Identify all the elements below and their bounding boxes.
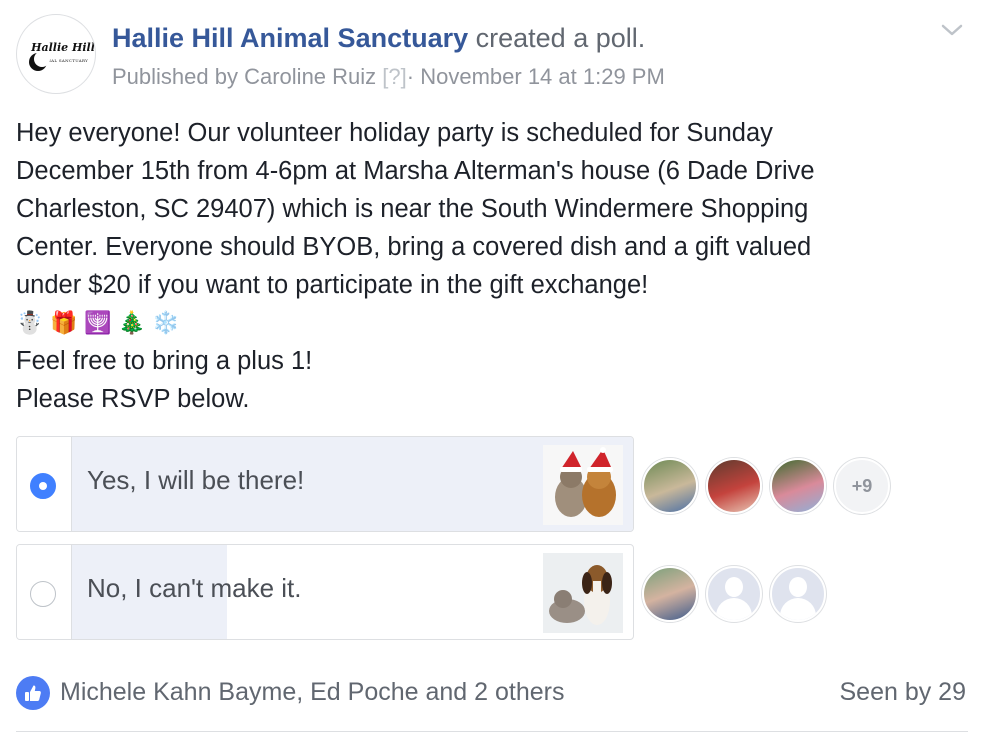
option-label: Yes, I will be there!: [87, 465, 305, 495]
post-meta: Published by Caroline Ruiz [?]· November…: [112, 64, 665, 90]
body-line: Hey everyone! Our volunteer holiday part…: [16, 119, 773, 147]
help-link[interactable]: [?]: [382, 64, 406, 89]
emoji-row: ☃️ 🎁 🕎 🎄 ❄️: [16, 304, 956, 342]
radio-cell: [17, 545, 72, 639]
published-by-label: Published by: [112, 64, 238, 89]
post-header: Hallie Hill ANIMAL SANCTUARY Hallie Hill…: [16, 14, 970, 100]
post-body: Hey everyone! Our volunteer holiday part…: [16, 114, 956, 418]
poll-option-yes[interactable]: Yes, I will be there!: [16, 436, 634, 532]
option-image-cat-beagle: [543, 553, 623, 633]
body-line: Charleston, SC 29407) which is near the …: [16, 195, 809, 223]
likers-link[interactable]: Michele Kahn Bayme, Ed Poche and 2 other…: [60, 678, 564, 707]
radio-button-yes[interactable]: [30, 473, 56, 499]
body-line: Feel free to bring a plus 1!: [16, 347, 313, 375]
body-line: Please RSVP below.: [16, 385, 250, 413]
seen-by-count[interactable]: Seen by 29: [840, 678, 967, 707]
option-image-cat-dog-santa: [543, 445, 623, 525]
body-line: under $20 if you want to participate in …: [16, 271, 649, 299]
chevron-down-icon[interactable]: [940, 20, 964, 40]
radio-cell: [17, 437, 72, 531]
post-footer: Michele Kahn Bayme, Ed Poche and 2 other…: [16, 676, 966, 712]
timestamp-link[interactable]: November 14 at 1:29 PM: [420, 64, 665, 89]
voter-avatar[interactable]: [770, 458, 826, 514]
body-line: Center. Everyone should BYOB, bring a co…: [16, 233, 812, 261]
gift-icon: 🎁: [50, 310, 78, 335]
voter-avatar[interactable]: [642, 566, 698, 622]
blank-profile-avatar[interactable]: [706, 566, 762, 622]
thumbs-up-icon[interactable]: [16, 676, 50, 710]
voter-avatar[interactable]: [642, 458, 698, 514]
voters-no: [642, 566, 826, 622]
post-action-text: created a poll.: [475, 23, 646, 53]
logo-moon-icon: [29, 51, 50, 71]
christmas-tree-icon: 🎄: [118, 310, 146, 335]
post-title-line: Hallie Hill Animal Sanctuary created a p…: [112, 23, 645, 54]
footer-divider: [16, 731, 968, 732]
meta-separator: ·: [406, 64, 415, 89]
page-name-link[interactable]: Hallie Hill Animal Sanctuary: [112, 23, 468, 53]
snowman-icon: ☃️: [16, 310, 44, 335]
page-avatar[interactable]: Hallie Hill ANIMAL SANCTUARY: [16, 14, 96, 94]
more-voters-button[interactable]: +9: [834, 458, 890, 514]
option-label: No, I can't make it.: [87, 573, 302, 603]
publisher-link[interactable]: Caroline Ruiz: [244, 64, 376, 89]
snowflake-icon: ❄️: [152, 310, 180, 335]
voters-yes: +9: [642, 458, 890, 514]
menorah-icon: 🕎: [84, 310, 112, 335]
blank-profile-avatar[interactable]: [770, 566, 826, 622]
radio-button-no[interactable]: [30, 581, 56, 607]
poll-option-no[interactable]: No, I can't make it.: [16, 544, 634, 640]
body-line: December 15th from 4-6pm at Marsha Alter…: [16, 157, 815, 185]
voter-avatar[interactable]: [706, 458, 762, 514]
